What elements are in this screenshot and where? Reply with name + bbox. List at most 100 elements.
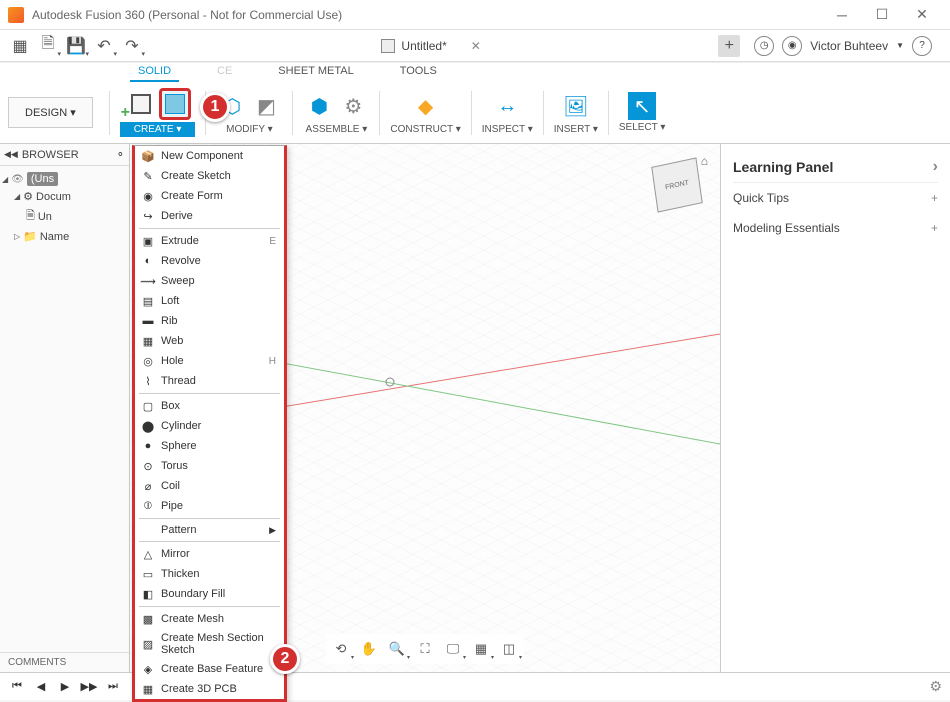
select-icon[interactable]: ↖: [628, 92, 656, 120]
menu-item-sphere[interactable]: ●Sphere: [135, 436, 284, 456]
tab-solid[interactable]: SOLID: [130, 63, 179, 82]
file-menu-icon[interactable]: 🗎: [36, 34, 60, 58]
menu-item-new-component[interactable]: 📦New Component: [135, 146, 284, 166]
insert-label[interactable]: INSERT ▾: [554, 124, 598, 135]
timeline-start-icon[interactable]: ⏮: [8, 678, 26, 696]
joint-icon[interactable]: ⬢: [303, 90, 335, 122]
learning-panel-close-icon[interactable]: ›: [933, 158, 938, 176]
menu-item-web[interactable]: ▦Web: [135, 331, 284, 351]
learning-item-modeling[interactable]: Modeling Essentials+: [733, 213, 938, 243]
tree-root[interactable]: ◢👁(Uns: [2, 170, 127, 188]
tree-item[interactable]: ▷📁Name: [2, 228, 127, 245]
undo-icon[interactable]: ↶: [92, 34, 116, 58]
menu-item-create-mesh-section-sketch[interactable]: ▨Create Mesh Section Sketch: [135, 629, 284, 659]
new-tab-button[interactable]: +: [718, 35, 740, 57]
construct-label[interactable]: CONSTRUCT ▾: [390, 124, 460, 135]
timeline-settings-icon[interactable]: ⚙: [929, 678, 942, 695]
user-name[interactable]: Victor Buhteev: [810, 39, 888, 53]
app-grid-icon[interactable]: ▦: [8, 34, 32, 58]
menu-label: Create Base Feature: [161, 663, 276, 675]
menu-item-create-base-feature[interactable]: ◈Create Base Feature: [135, 659, 284, 679]
menu-item-mirror[interactable]: △Mirror: [135, 544, 284, 564]
menu-item-boundary-fill[interactable]: ◧Boundary Fill: [135, 584, 284, 604]
learning-item-quick-tips[interactable]: Quick Tips+: [733, 183, 938, 213]
browser-options-icon[interactable]: ⚬: [116, 148, 125, 161]
menu-item-create-mesh[interactable]: ▩Create Mesh: [135, 609, 284, 629]
viewcube[interactable]: ⌂ FRONT: [648, 154, 708, 214]
decal-icon[interactable]: 🖼: [560, 90, 592, 122]
user-dropdown-icon[interactable]: ▼: [896, 41, 904, 50]
tab-surface[interactable]: CE: [209, 63, 240, 82]
grid-icon[interactable]: ▦: [470, 638, 492, 660]
create-dropdown-button[interactable]: CREATE ▾: [120, 122, 196, 137]
construct-group: ◆ CONSTRUCT ▾: [384, 90, 466, 135]
tab-tools[interactable]: TOOLS: [392, 63, 445, 82]
menu-item-thread[interactable]: ⌇Thread: [135, 371, 284, 391]
plane-icon[interactable]: ◆: [410, 90, 442, 122]
timeline-end-icon[interactable]: ⏭: [104, 678, 122, 696]
menu-item-box[interactable]: ▢Box: [135, 396, 284, 416]
menu-item-sweep[interactable]: ⟿Sweep: [135, 271, 284, 291]
select-label[interactable]: SELECT ▾: [619, 122, 666, 133]
redo-icon[interactable]: ↷: [120, 34, 144, 58]
menu-icon: ▩: [141, 612, 155, 626]
menu-item-loft[interactable]: ▤Loft: [135, 291, 284, 311]
menu-item-derive[interactable]: ↪Derive: [135, 206, 284, 226]
zoom-icon[interactable]: 🔍: [386, 638, 408, 660]
menu-item-pipe[interactable]: ⦶Pipe: [135, 496, 284, 516]
inspect-label[interactable]: INSPECT ▾: [482, 124, 533, 135]
fit-icon[interactable]: ⛶: [414, 638, 436, 660]
maximize-button[interactable]: ☐: [862, 0, 902, 30]
assemble-label[interactable]: ASSEMBLE ▾: [306, 124, 368, 135]
tree-item[interactable]: 🗎Un: [2, 205, 127, 228]
ribbon-tab-strip: SOLID CE SHEET METAL TOOLS: [0, 62, 950, 82]
fillet-icon[interactable]: ◩: [250, 90, 282, 122]
measure-icon[interactable]: ↔: [491, 90, 523, 122]
menu-item-coil[interactable]: ⌀Coil: [135, 476, 284, 496]
timeline-play-icon[interactable]: ▶: [56, 678, 74, 696]
help-icon[interactable]: ?: [912, 36, 932, 56]
menu-item-pattern[interactable]: Pattern▶: [135, 521, 284, 539]
menu-item-cylinder[interactable]: ⬤Cylinder: [135, 416, 284, 436]
inspect-group: ↔ INSPECT ▾: [476, 90, 539, 135]
menu-item-thicken[interactable]: ▭Thicken: [135, 564, 284, 584]
create-sketch-icon[interactable]: [159, 88, 191, 120]
tab-sheet-metal[interactable]: SHEET METAL: [270, 63, 361, 82]
menu-icon: ▦: [141, 334, 155, 348]
close-tab-icon[interactable]: ✕: [471, 39, 481, 53]
menu-label: Create 3D PCB: [161, 683, 276, 695]
workspace-button[interactable]: DESIGN ▾: [8, 97, 93, 128]
menu-item-create-sketch[interactable]: ✎Create Sketch: [135, 166, 284, 186]
home-icon[interactable]: ⌂: [701, 154, 708, 168]
menu-item-torus[interactable]: ⊙Torus: [135, 456, 284, 476]
menu-item-hole[interactable]: ◎HoleH: [135, 351, 284, 371]
viewport-icon[interactable]: ◫: [498, 638, 520, 660]
menu-icon: ◐: [141, 254, 155, 268]
new-component-icon[interactable]: +: [125, 88, 157, 120]
menu-item-rib[interactable]: ▬Rib: [135, 311, 284, 331]
menu-label: Loft: [161, 295, 276, 307]
browser-collapse-icon[interactable]: ◀◀: [4, 149, 18, 160]
close-button[interactable]: ✕: [902, 0, 942, 30]
modify-label[interactable]: MODIFY ▾: [226, 124, 273, 135]
menu-item-extrude[interactable]: ▣ExtrudeE: [135, 231, 284, 251]
menu-item-revolve[interactable]: ◐Revolve: [135, 251, 284, 271]
timeline-back-icon[interactable]: ◀: [32, 678, 50, 696]
timeline-fwd-icon[interactable]: ▶▶: [80, 678, 98, 696]
menu-item-create-3d-pcb[interactable]: ▦Create 3D PCB: [135, 679, 284, 699]
save-icon[interactable]: 💾: [64, 34, 88, 58]
annotation-1: 1: [200, 92, 230, 122]
job-status-icon[interactable]: ◉: [782, 36, 802, 56]
document-name: Untitled*: [401, 39, 446, 53]
orbit-icon[interactable]: ⟲: [330, 638, 352, 660]
display-icon[interactable]: 🖵: [442, 638, 464, 660]
tree-item[interactable]: ◢⚙Docum: [2, 188, 127, 205]
document-tab[interactable]: Untitled* ✕: [369, 35, 492, 57]
minimize-button[interactable]: ─: [822, 0, 862, 30]
extensions-icon[interactable]: ◷: [754, 36, 774, 56]
menu-label: Create Sketch: [161, 170, 276, 182]
menu-item-create-form[interactable]: ◉Create Form: [135, 186, 284, 206]
pan-icon[interactable]: ✋: [358, 638, 380, 660]
comments-panel-header[interactable]: COMMENTS: [0, 652, 130, 672]
as-built-joint-icon[interactable]: ⚙: [337, 90, 369, 122]
